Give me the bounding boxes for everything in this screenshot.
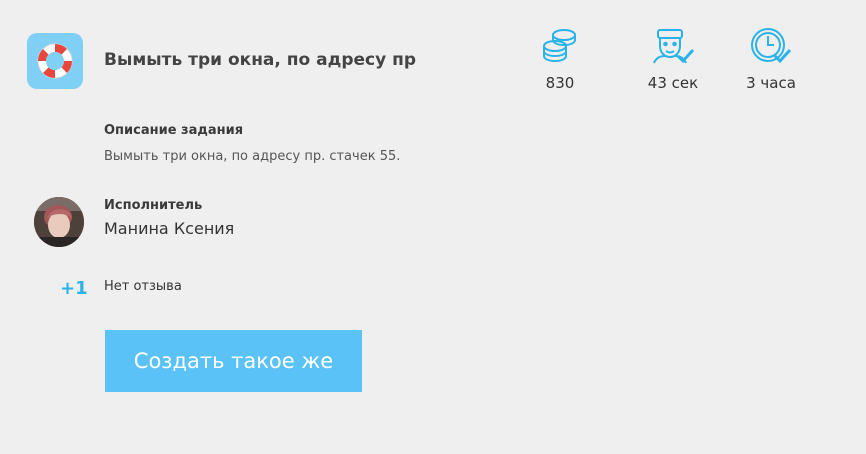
stat-response-time: 43 сек [636,26,710,92]
avatar[interactable] [34,197,84,247]
description-label: Описание задания [104,123,244,138]
stat-reward-value: 830 [545,74,575,92]
task-title: Вымыть три окна, по адресу пр [104,50,417,70]
clock-check-icon [735,26,807,68]
lifebuoy-icon [27,33,83,89]
stat-reward: 830 [525,26,595,92]
person-check-icon [636,26,710,68]
stat-duration-value: 3 часа [746,74,796,92]
create-similar-button[interactable]: Создать такое же [105,330,362,392]
rating-badge: +1 [60,278,88,299]
coins-icon [525,26,595,68]
description-text: Вымыть три окна, по адресу пр. стачек 55… [104,149,401,164]
review-text: Нет отзыва [104,279,182,294]
stat-duration: 3 часа [735,26,807,92]
executor-label: Исполнитель [104,198,203,213]
stat-response-time-value: 43 сек [647,74,699,92]
executor-name[interactable]: Манина Ксения [104,219,234,238]
